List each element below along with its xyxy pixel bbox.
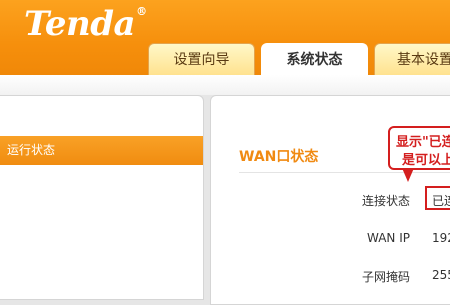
tab-setup-wizard[interactable]: 设置向导: [148, 43, 255, 75]
sidebar-item-running-status[interactable]: 运行状态: [0, 136, 203, 165]
sub-header-bar: [0, 75, 450, 95]
registered-mark: ®: [136, 5, 147, 18]
logo-text: Tenda: [24, 4, 136, 44]
wan-ip-label: WAN IP: [367, 231, 410, 245]
tenda-logo: Tenda®: [24, 2, 147, 46]
callout-line-2: 是可以上: [402, 153, 450, 168]
wan-ip-value: 192: [432, 231, 450, 245]
callout-arrow-icon: [402, 168, 414, 182]
section-title-wan-status: WAN口状态: [239, 149, 319, 165]
status-highlight-box: [425, 186, 450, 210]
section-divider: [239, 172, 450, 173]
annotation-callout: 显示"已连 是可以上: [388, 126, 450, 170]
callout-line-1: 显示"已连: [396, 135, 450, 150]
header-bar: Tenda® 设置向导 系统状态 基本设置: [0, 0, 450, 76]
subnet-mask-value: 255: [432, 268, 450, 282]
sidebar: 运行状态: [0, 95, 204, 300]
connection-status-label: 连接状态: [361, 194, 410, 208]
tab-basic-settings[interactable]: 基本设置: [374, 43, 450, 75]
subnet-mask-label: 子网掩码: [361, 270, 410, 284]
tab-system-status[interactable]: 系统状态: [261, 43, 368, 76]
